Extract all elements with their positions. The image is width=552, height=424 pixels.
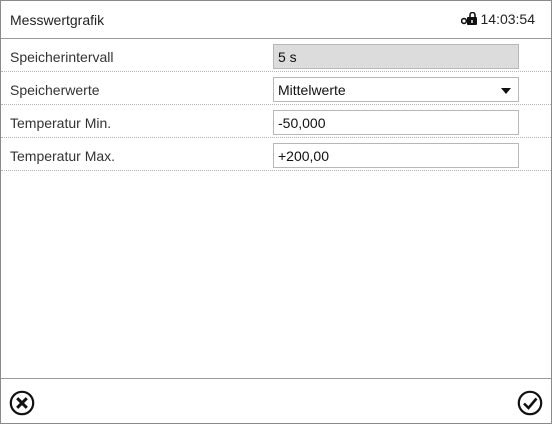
setting-label: Speicherintervall (10, 49, 114, 65)
header-bar: Messwertgrafik 14:03:54 (1, 1, 551, 39)
setting-row-temperatur-max: Temperatur Max. +200,00 (1, 139, 551, 171)
clock-time: 14:03:54 (480, 11, 536, 27)
footer-bar (1, 378, 551, 423)
cancel-icon (9, 390, 35, 416)
speicherwerte-select[interactable]: Mittelwerte (273, 77, 519, 102)
setting-label: Temperatur Min. (10, 115, 112, 131)
setting-row-temperatur-min: Temperatur Min. -50,000 (1, 106, 551, 138)
confirm-button[interactable] (517, 390, 543, 416)
setting-label: Speicherwerte (10, 82, 100, 98)
temperatur-min-input[interactable]: -50,000 (273, 110, 519, 135)
status-area: 14:03:54 (460, 11, 536, 27)
speicherwerte-value: Mittelwerte (278, 82, 346, 98)
temperatur-max-input[interactable]: +200,00 (273, 143, 519, 168)
device-screen: Messwertgrafik 14:03:54 Speicherinterval… (0, 0, 552, 424)
setting-row-speicherintervall: Speicherintervall 5 s (1, 40, 551, 72)
lock-icon (460, 11, 478, 26)
chevron-down-icon (501, 88, 511, 94)
speicherintervall-field: 5 s (273, 44, 519, 69)
setting-row-speicherwerte: Speicherwerte Mittelwerte (1, 73, 551, 105)
confirm-icon (517, 390, 543, 416)
cancel-button[interactable] (9, 390, 35, 416)
page-title: Messwertgrafik (10, 12, 105, 28)
setting-label: Temperatur Max. (10, 148, 116, 164)
